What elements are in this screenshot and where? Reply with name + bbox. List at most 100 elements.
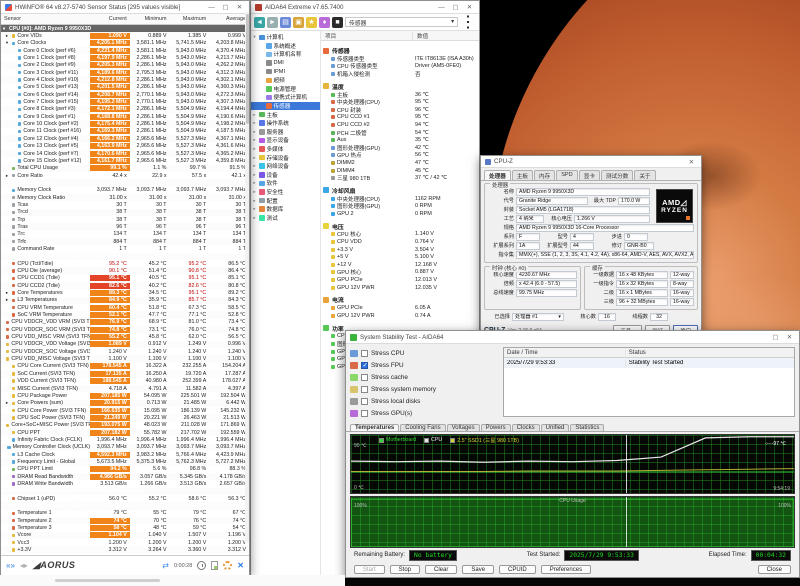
stress-option[interactable]: Stress local disks [350, 395, 498, 407]
sensor-row[interactable]: Temperature 179 °C55 °C79 °C67 °C [1, 510, 249, 517]
legend-checkbox[interactable] [424, 438, 429, 443]
sensor-row[interactable]: CPU PPT207.182 W55.782 W217.702 W192.559… [1, 429, 249, 436]
tree-caret-icon[interactable]: ▸ [252, 180, 257, 186]
sensor-row[interactable]: CPU VDDCR_VDD VRM (SVI3 TFN)76.9 °C68.9 … [1, 319, 249, 326]
sensor-row[interactable]: CPU (Tctl/Tdie)95.2 °C45.2 °C95.2 °C86.5… [1, 260, 249, 267]
sensor-row[interactable]: VDD Current (SVI3 TFN)188.545 A40.980 A2… [1, 378, 249, 385]
processor-select[interactable]: 处理器 #1▾ [512, 313, 564, 321]
sensor-row[interactable]: CPU Package Power207.185 W54.095 W225.50… [1, 392, 249, 399]
sidebar-item[interactable]: 便携式计算机 [251, 93, 320, 102]
forward-icon[interactable]: ► [267, 17, 278, 28]
sensor-row[interactable]: CPU PPT Limit94.2 %5.6 %98.8 %88.3 % [1, 466, 249, 473]
sensor-row[interactable]: Core 6 Clock (perf #14)4,208.7 MHz2,770.… [1, 91, 249, 98]
sensor-row[interactable]: CPU Core Power (SVI3 TFN)166.635 W15.095… [1, 407, 249, 414]
sensor-row[interactable]: CPU VDD_MISC Voltage (SVI3 TFN)1.100 V1.… [1, 355, 249, 362]
sidebar-item[interactable]: ▾计算机 [251, 33, 320, 42]
sensor-row[interactable]: SoC Current (SVI3 TFN)17.135 A16.250 A19… [1, 370, 249, 377]
sidebar-item[interactable]: ▸安全性 [251, 188, 320, 197]
sensor-row[interactable]: ▸Core VIDs1.090 V0.889 V1.385 V0.999 V [1, 32, 249, 39]
aida64-close-button[interactable]: ✕ [464, 3, 475, 11]
sensor-row[interactable]: Trfc884 T884 T884 T884 T [1, 238, 249, 245]
sensor-row[interactable]: CPU VDDCR_VDD Voltage (SVI3 T..1.089 V0.… [1, 341, 249, 348]
tab-cooling-fans[interactable]: Cooling Fans [400, 424, 445, 431]
sensor-row[interactable]: Tcas30 T30 T30 T30 T [1, 201, 249, 208]
sidebar-item[interactable]: 系统概述 [251, 42, 320, 51]
sensor-row[interactable]: CPU CCD1 (Tdie)95.1 °C40.5 °C95.1 °C85.1… [1, 275, 249, 282]
sidebar-item[interactable]: 电源管理 [251, 85, 320, 94]
tree-caret-icon[interactable]: ▸ [252, 155, 257, 161]
sidebar-item[interactable]: ▸数据库 [251, 205, 320, 214]
tab-处理器[interactable]: 处理器 [484, 170, 511, 180]
sensor-row[interactable]: CPU VDDCR_SOC VRM (SVI3 TFN)74.8 °C73.1 … [1, 326, 249, 333]
sensor-row[interactable]: Temperature 274 °C70 °C76 °C74 °C [1, 517, 249, 524]
tab-显卡[interactable]: 显卡 [579, 170, 600, 180]
sensor-row[interactable]: ▾Core Clocks4,205.1 MHz3,581.1 MHz5,741.… [1, 40, 249, 47]
detail-row[interactable]: GPU PCIe6.05 A [323, 304, 479, 312]
detail-row[interactable]: CPU 封装96 ℃ [323, 106, 479, 114]
detail-row[interactable]: CPU CCD #195 ℃ [323, 114, 479, 122]
sst-maximize-button[interactable]: ▢ [770, 333, 781, 341]
sensor-row[interactable]: Core 1 Clock (perf #8)4,197.9 MHz2,286.1… [1, 54, 249, 61]
group-header[interactable]: 电压 [323, 222, 479, 231]
hwinfo-titlebar[interactable]: HWiNFO® 64 v8.27-5740 Sensor Status [295… [1, 1, 249, 14]
scrollbar-pill[interactable] [55, 579, 160, 582]
sensor-row[interactable]: Trp38 T38 T38 T38 T [1, 216, 249, 223]
sensor-row[interactable]: ▸Core Ratio42.4 x22.9 x57.5 x42.1 x [1, 172, 249, 179]
tab-temperatures[interactable]: Temperatures [350, 424, 399, 431]
detail-row[interactable]: +3.3 V3.504 V [323, 246, 479, 254]
sensor-row[interactable]: Core 3 Clock (perf #11)4,189.6 MHz2,795.… [1, 69, 249, 76]
sensor-row[interactable]: Core 14 Clock (perf #7)4,170.6 MHz2,965.… [1, 150, 249, 157]
sensor-row[interactable]: CPU SoC Power (SVI3 TFN)21.249 W20.221 W… [1, 414, 249, 421]
settings-icon[interactable] [223, 561, 232, 570]
checkbox[interactable] [361, 410, 368, 417]
sensors-icon[interactable]: ⇄ [162, 562, 169, 570]
sensor-row[interactable]: SoC VRM Temperature52.1 °C47.7 °C77.1 °C… [1, 311, 249, 318]
sensor-row[interactable]: Temperature 358 °C48 °C59 °C54 °C [1, 524, 249, 531]
sensor-row[interactable]: Memory Clock Ratio31.00 x31.00 x31.00 x3… [1, 194, 249, 201]
sidebar-item[interactable]: ▸设备 [251, 171, 320, 180]
checkbox[interactable] [361, 374, 368, 381]
group-header[interactable]: 冷却风扇 [323, 186, 479, 195]
detail-row[interactable]: GPU 12V PWR12.035 V [323, 284, 479, 292]
manage-icon[interactable]: ♦ [319, 17, 330, 28]
sensor-row[interactable]: MISC Current (SVI3 TFN)4.718 A4.791 A11.… [1, 385, 249, 392]
sensor-row[interactable]: Total CPU Usage99.1 %1.1 %99.7 %91.5 % [1, 165, 249, 172]
tree-caret-icon[interactable]: ▸ [252, 163, 257, 169]
sensor-row[interactable]: Core 10 Clock (perf #2)4,175.4 MHz2,286.… [1, 120, 249, 127]
checkbox[interactable] [361, 350, 368, 357]
detail-row[interactable]: GPU 12V PWR0.74 A [323, 312, 479, 320]
sensor-row[interactable]: CPU VDDCR_SOC Voltage (SVI3 T..1.240 V1.… [1, 348, 249, 355]
group-header[interactable]: 传感器 [323, 46, 479, 55]
sst-titlebar[interactable]: System Stability Test - AIDA64 ▢ ✕ [346, 331, 799, 344]
checkbox[interactable] [361, 362, 368, 369]
page-selector[interactable]: 传感器▾ [345, 17, 458, 27]
sensor-section-header[interactable]: ▾MAXSUN MS-Terminator B850M PRO [AMD Chi… [1, 488, 249, 495]
close-icon[interactable]: ✕ [237, 562, 244, 570]
sensor-row[interactable]: Tras96 T96 T96 T96 T [1, 223, 249, 230]
detail-row[interactable]: +5 V5.100 V [323, 253, 479, 261]
clear-button[interactable]: Clear [425, 565, 457, 574]
sensor-row[interactable]: Core 4 Clock (perf #10)4,212.8 MHz2,286.… [1, 76, 249, 83]
detail-row[interactable]: GPU 核心0.887 V [323, 269, 479, 277]
sensor-row[interactable]: Core 8 Clock (perf #3)4,172.1 MHz2,286.1… [1, 106, 249, 113]
tree-caret-icon[interactable]: ▸ [252, 198, 257, 204]
scrollbar-thumb[interactable] [246, 14, 249, 124]
detail-row[interactable]: GPU 热点56 ℃ [323, 152, 479, 160]
sidebar-item[interactable]: 超频 [251, 76, 320, 85]
sidebar-item[interactable]: DMI [251, 59, 320, 68]
sensor-row[interactable]: Chipset 1 (uPD)56.0 °C55.2 °C58.6 °C56.3… [1, 495, 249, 502]
sensor-row[interactable]: DRAM Write Bandwidth3.513 GB/s1.266 GB/s… [1, 480, 249, 487]
legend-item[interactable]: 2.5" SSD1 (三星 980 1TB) [450, 436, 519, 444]
clock-icon[interactable] [197, 561, 206, 570]
report-icon[interactable] [211, 561, 218, 570]
sensor-section-header[interactable]: ▾CPU [#0]: AMD Ryzen 9 9950X3D [1, 25, 249, 32]
close-button[interactable]: Close [758, 565, 791, 574]
sensor-row[interactable]: Core 13 Clock (perf #5)4,163.9 MHz2,965.… [1, 143, 249, 150]
sensor-row[interactable]: ▸Core Temperatures89.3 °C34.5 °C95.1 °C8… [1, 289, 249, 296]
tab-关于[interactable]: 关于 [634, 170, 655, 180]
detail-row[interactable]: PCH 二极管54 ℃ [323, 129, 479, 137]
sensor-row[interactable]: CPU VDD_MISC VRM (SVI3 TFN)55.2 °C45.8 °… [1, 333, 249, 340]
start-button[interactable]: Start [354, 565, 385, 574]
tree-caret-icon[interactable]: ▾ [252, 34, 257, 40]
legend-checkbox[interactable] [379, 438, 384, 443]
